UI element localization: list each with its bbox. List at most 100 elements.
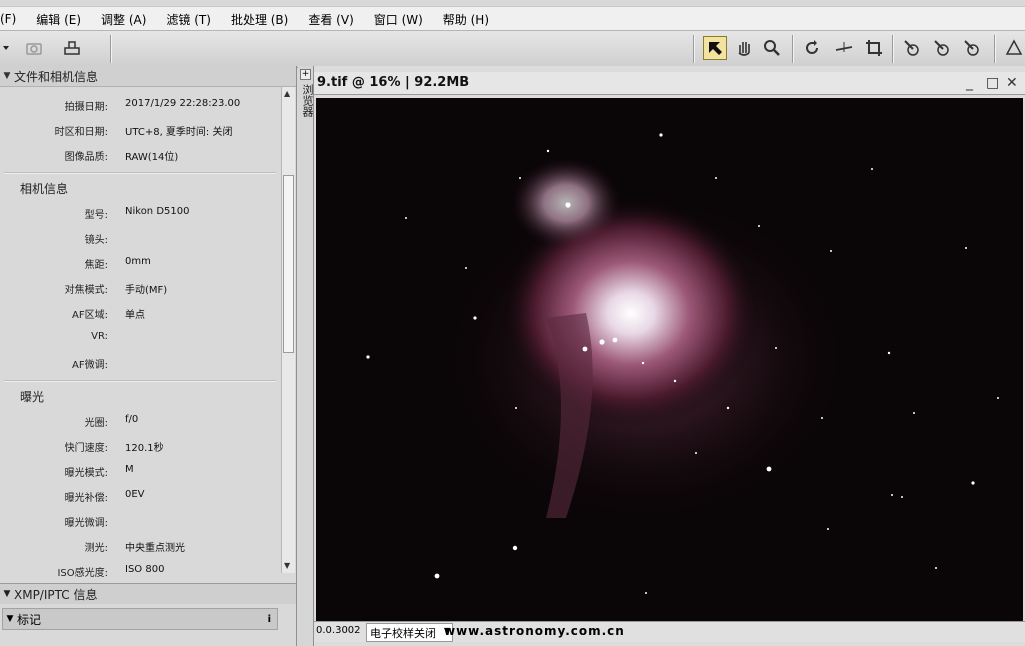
- info-row: VR:: [0, 328, 280, 348]
- star: [434, 573, 440, 579]
- divider: [4, 380, 276, 382]
- star: [997, 397, 999, 399]
- toolbar-separator: [792, 35, 794, 63]
- info-key: 拍摄日期:: [64, 102, 108, 113]
- print-icon[interactable]: [60, 36, 84, 60]
- maximize-icon[interactable]: □: [986, 75, 999, 91]
- info-key: 型号:: [84, 210, 108, 221]
- image-window-titlebar[interactable]: 9.tif @ 16% | 92.2MB _ □ ✕: [314, 72, 1025, 95]
- image-canvas[interactable]: [316, 98, 1023, 621]
- status-bar: 0.0.3002 电子校样关闭 ▼ www.astronomy.com.cn: [314, 621, 1025, 642]
- info-row: 曝光微调:: [0, 511, 280, 531]
- select-arrow-icon[interactable]: [703, 36, 727, 60]
- star: [871, 168, 873, 170]
- star: [519, 177, 521, 179]
- info-key: 曝光补偿:: [64, 493, 108, 504]
- star: [612, 337, 618, 343]
- watermark-text: www.astronomy.com.cn: [444, 624, 625, 638]
- star: [645, 592, 647, 594]
- straighten-icon[interactable]: [832, 36, 856, 60]
- info-value: UTC+8, 夏季时间: 关闭: [125, 127, 233, 138]
- info-value: RAW(14位): [125, 152, 179, 163]
- info-row: 快门速度: 120.1秒: [0, 436, 280, 456]
- collapse-triangle-icon[interactable]: ▼: [0, 589, 14, 599]
- group-title: 曝光: [20, 390, 45, 404]
- menu-item-3[interactable]: 滤镜 (T): [166, 11, 221, 28]
- expand-plus-icon[interactable]: +: [300, 69, 311, 80]
- info-key: 测光:: [84, 543, 108, 554]
- star: [965, 247, 967, 249]
- zoom-readout: 0.0.3002: [316, 625, 361, 636]
- star: [465, 267, 467, 269]
- star: [971, 481, 975, 485]
- camera-icon[interactable]: [22, 36, 46, 60]
- info-row: 焦距: 0mm: [0, 253, 280, 273]
- star: [775, 347, 777, 349]
- menu-item-6[interactable]: 窗口 (W): [374, 11, 433, 28]
- menu-item-1[interactable]: 编辑 (E): [36, 11, 91, 28]
- adjust-icon[interactable]: [1002, 36, 1025, 60]
- info-row: AF区域: 单点: [0, 303, 280, 323]
- info-row: 时区和日期: UTC+8, 夏季时间: 关闭: [0, 120, 280, 140]
- minimize-icon[interactable]: _: [966, 75, 973, 91]
- dropdown-arrow-icon[interactable]: [0, 36, 24, 60]
- info-key: ISO感光度:: [57, 568, 108, 579]
- scroll-up-icon[interactable]: ▲: [284, 89, 290, 98]
- info-row: 图像品质: RAW(14位): [0, 145, 280, 165]
- star: [599, 339, 605, 345]
- eyedropper-white-icon[interactable]: [960, 36, 984, 60]
- toolbar-separator: [693, 35, 695, 63]
- info-value: ISO 800: [125, 564, 165, 575]
- crop-icon[interactable]: [862, 36, 886, 60]
- section-title: 文件和相机信息: [14, 69, 99, 84]
- rotate-icon[interactable]: [800, 36, 824, 60]
- info-icon[interactable]: i: [268, 614, 271, 625]
- divider: [4, 172, 276, 174]
- info-value: 0EV: [125, 489, 145, 500]
- star: [891, 494, 893, 496]
- menu-item-2[interactable]: 调整 (A): [101, 11, 156, 28]
- info-value: 120.1秒: [125, 443, 164, 454]
- info-row: 测光: 中央重点测光: [0, 536, 280, 556]
- toolbar-separator: [892, 35, 894, 63]
- info-key: AF微调:: [72, 360, 108, 371]
- info-key: 光圈:: [84, 418, 108, 429]
- collapse-triangle-icon[interactable]: ▼: [3, 614, 17, 624]
- info-key: VR:: [91, 331, 108, 342]
- menu-item-7[interactable]: 帮助 (H): [443, 11, 499, 28]
- star: [546, 149, 550, 153]
- menu-item-4[interactable]: 批处理 (B): [231, 11, 298, 28]
- scroll-thumb[interactable]: [283, 175, 294, 353]
- section-title: XMP/IPTC 信息: [14, 587, 98, 602]
- info-value: 手动(MF): [125, 285, 168, 296]
- label-subsection-header[interactable]: ▼ 标记 i: [2, 608, 278, 630]
- scroll-down-icon[interactable]: ▼: [284, 561, 290, 570]
- section-file-camera-header[interactable]: ▼ 文件和相机信息: [0, 66, 296, 87]
- menu-item-5[interactable]: 查看 (V): [308, 11, 363, 28]
- star: [473, 316, 477, 320]
- info-row: 型号: Nikon D5100: [0, 203, 280, 223]
- star: [913, 412, 915, 414]
- panel-scrollbar[interactable]: ▲ ▼: [281, 87, 295, 573]
- star: [935, 567, 937, 569]
- eyedropper-black-icon[interactable]: [900, 36, 924, 60]
- hand-icon[interactable]: [732, 36, 756, 60]
- star: [726, 406, 730, 410]
- menu-item-0[interactable]: (F): [0, 12, 26, 26]
- info-key: 快门速度:: [64, 443, 108, 454]
- star: [641, 361, 645, 365]
- close-icon[interactable]: ✕: [1006, 75, 1018, 91]
- soft-proof-dropdown[interactable]: 电子校样关闭 ▼: [366, 623, 453, 642]
- collapse-triangle-icon[interactable]: ▼: [0, 71, 14, 81]
- star: [715, 177, 717, 179]
- soft-proof-label: 电子校样关闭: [370, 627, 436, 640]
- eyedropper-gray-icon[interactable]: [930, 36, 954, 60]
- section-xmp-header[interactable]: ▼ XMP/IPTC 信息: [0, 583, 296, 604]
- zoom-icon[interactable]: [760, 36, 784, 60]
- browser-side-tab[interactable]: + 浏览器: [298, 66, 314, 646]
- star: [673, 379, 677, 383]
- subsection-title: 标记: [17, 612, 42, 627]
- nebula-photo: [316, 98, 1023, 621]
- star: [582, 346, 588, 352]
- info-key: 镜头:: [84, 235, 108, 246]
